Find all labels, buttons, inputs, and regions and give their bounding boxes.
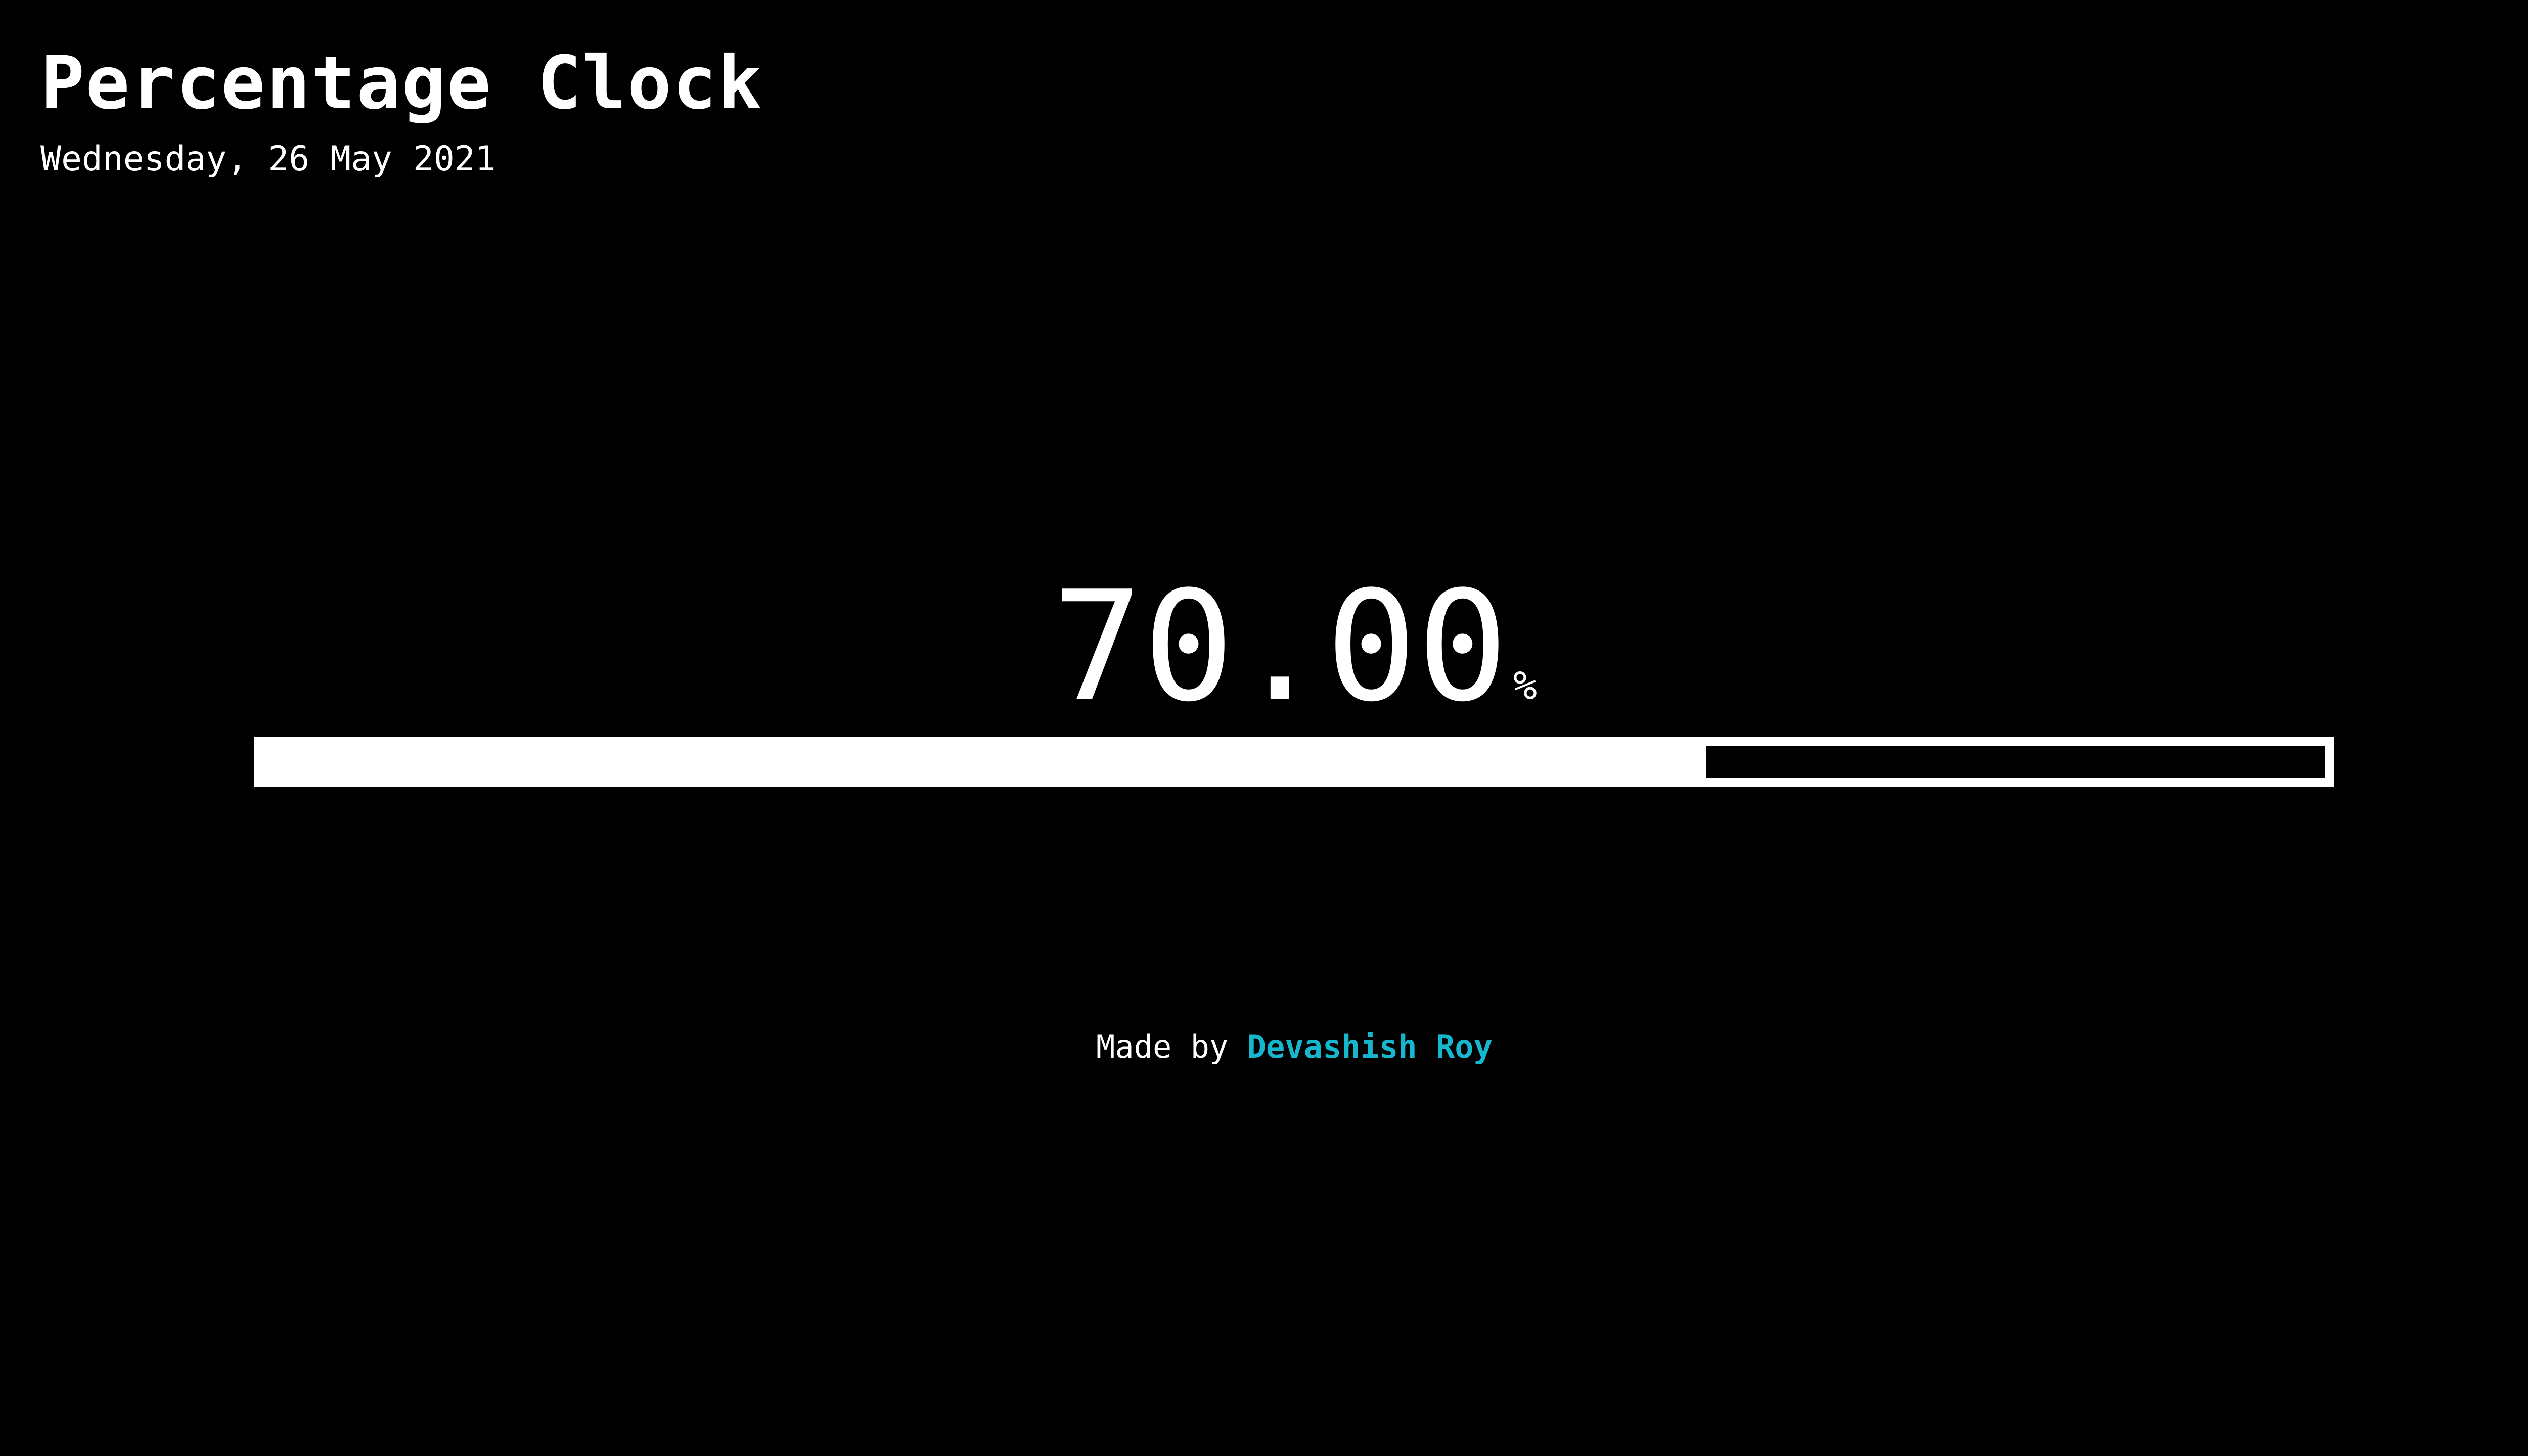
page-header: Percentage Clock Wednesday, 26 May 2021 — [40, 47, 763, 176]
day-progress-bar — [254, 737, 2334, 787]
day-progress-fill — [263, 746, 1706, 778]
author-link[interactable]: Devashish Roy — [1247, 1028, 1493, 1065]
page-title: Percentage Clock — [40, 40, 763, 126]
footer-credit: Made by Devashish Roy — [0, 1031, 2528, 1063]
current-date: Wednesday, 26 May 2021 — [40, 139, 496, 179]
percent-sign: % — [1513, 663, 1538, 709]
percentage-value: 70.00 — [1051, 559, 1509, 735]
percentage-readout: 70.00% — [0, 571, 2528, 723]
credit-prefix: Made by — [1096, 1028, 1229, 1065]
